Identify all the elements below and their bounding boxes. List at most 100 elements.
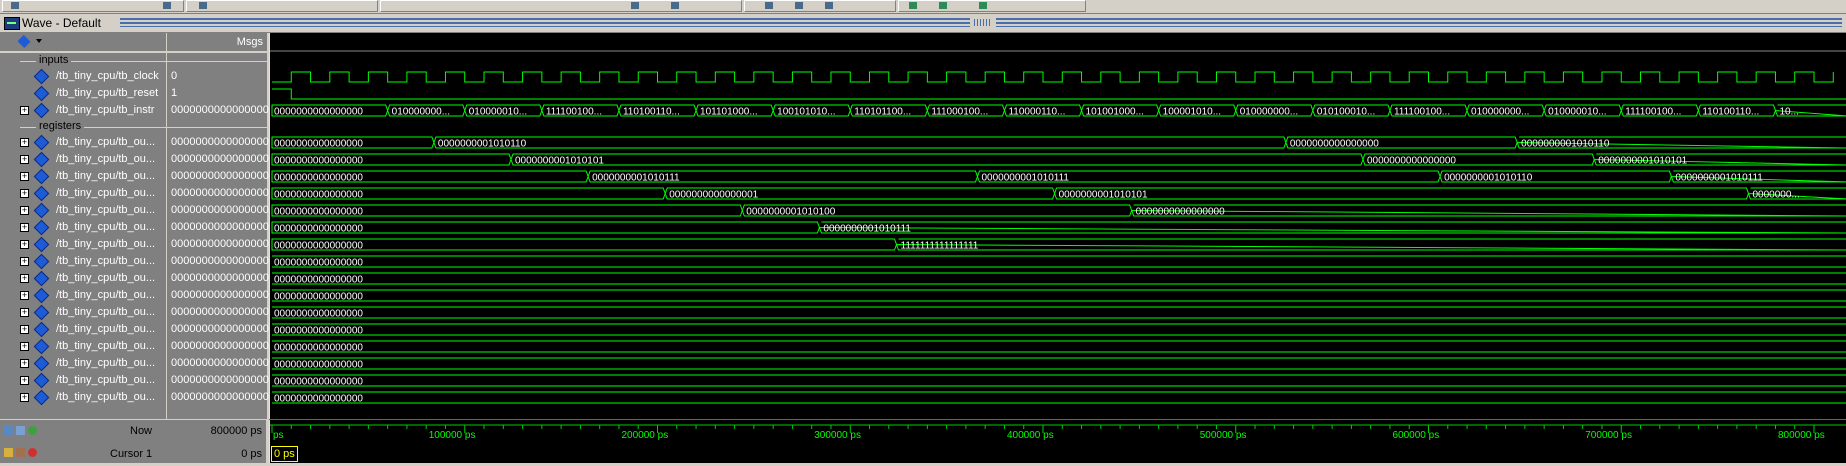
expand-icon[interactable]: + [20, 172, 29, 181]
signal-row[interactable]: + /tb_tiny_cpu/tb_ou... [0, 134, 166, 151]
toolbar-tool-icon[interactable] [979, 2, 987, 9]
signal-name: /tb_tiny_cpu/tb_ou... [56, 255, 156, 267]
expand-icon[interactable]: + [20, 376, 29, 385]
cursor-line-ruler[interactable] [269, 420, 270, 463]
instr-bus-segment-label: 111100100... [1394, 107, 1450, 118]
signal-value: 0000000000000000 [171, 221, 269, 233]
signal-icon [33, 253, 50, 270]
expand-icon[interactable]: + [20, 138, 29, 147]
signal-icon [33, 219, 50, 236]
signal-row[interactable]: + /tb_tiny_cpu/tb_ou... [0, 185, 166, 202]
expand-icon[interactable]: + [20, 359, 29, 368]
delete-cursor-icon[interactable] [28, 448, 37, 457]
register-bus-segment [1130, 204, 1846, 217]
ruler-tick-label: 800000 ps [1778, 430, 1825, 441]
signal-values-pane[interactable]: Msgs 0 1 0000000000000000 0000000000000000 0… [166, 33, 269, 419]
signal-row[interactable]: + /tb_tiny_cpu/tb_instr [0, 102, 166, 119]
register-bus-segment [895, 238, 1846, 251]
edit-cursor-icon[interactable] [16, 448, 25, 457]
signal-name: /tb_tiny_cpu/tb_ou... [56, 187, 156, 199]
cursor-line[interactable] [269, 33, 270, 419]
wave-window-icon [4, 17, 20, 30]
expand-icon[interactable]: + [20, 325, 29, 334]
expand-icon[interactable]: + [20, 206, 29, 215]
toolbar-tool-icon[interactable] [163, 2, 171, 9]
toolbar-tool-icon[interactable] [631, 2, 639, 9]
timeline-ruler[interactable]: ps 100000 ps 200000 ps 300000 ps 400000 ps 50… [269, 419, 1846, 463]
signal-value: 0000000000000000 [171, 136, 269, 148]
expand-icon[interactable]: + [20, 274, 29, 283]
register-bus-segment-label: 0000000001010110 [438, 139, 527, 150]
signal-row[interactable]: + /tb_tiny_cpu/tb_ou... [0, 287, 166, 304]
ruler-tick-label: 300000 ps [814, 430, 861, 441]
expand-icon[interactable]: + [20, 291, 29, 300]
signal-row[interactable]: + /tb_tiny_cpu/tb_ou... [0, 338, 166, 355]
signal-icon [33, 151, 50, 168]
signal-row[interactable]: + /tb_tiny_cpu/tb_ou... [0, 372, 166, 389]
toolbar-tool-icon[interactable] [765, 2, 773, 9]
toolbar-tool-icon[interactable] [939, 2, 947, 9]
expand-icon[interactable]: + [20, 257, 29, 266]
waveform-canvas[interactable]: 0000000000000000 010000000... 010000010...… [269, 33, 1846, 419]
expand-icon[interactable]: + [20, 189, 29, 198]
expand-icon[interactable]: + [20, 155, 29, 164]
register-bus-segment-label: 0000000001010111 [823, 224, 911, 235]
expand-icon[interactable]: + [20, 240, 29, 249]
signal-row[interactable]: + /tb_tiny_cpu/tb_ou... [0, 219, 166, 236]
toolbar-tool-icon[interactable] [199, 2, 207, 9]
toolbar-tool-icon[interactable] [795, 2, 803, 9]
signal-name: /tb_tiny_cpu/tb_ou... [56, 391, 156, 403]
signal-name: /tb_tiny_cpu/tb_ou... [56, 323, 156, 335]
group-divider [167, 61, 267, 62]
signal-row[interactable]: /tb_tiny_cpu/tb_reset [0, 85, 166, 102]
waveform-pane[interactable]: 0000000000000000 010000000... 010000010...… [269, 33, 1846, 419]
expand-icon[interactable]: + [20, 308, 29, 317]
lock-icon[interactable] [4, 448, 13, 457]
signal-row[interactable]: /tb_tiny_cpu/tb_clock [0, 68, 166, 85]
signal-names-pane[interactable]: inputs/tb_tiny_cpu/tb_clock/tb_tiny_cpu/… [0, 33, 262, 419]
cursor-time-box[interactable]: 0 ps [271, 446, 298, 462]
zoom-icon[interactable] [4, 426, 13, 435]
register-bus-segment-label: 0000000000000000 [274, 139, 363, 150]
chevron-down-icon[interactable] [36, 39, 42, 43]
signal-value: 0000000000000000 [171, 153, 269, 165]
ruler-tick-label: 700000 ps [1585, 430, 1632, 441]
register-bus-segment-label: 0000000000000000 [274, 173, 363, 184]
group-label: registers [36, 120, 85, 132]
toolbar-tool-icon[interactable] [825, 2, 833, 9]
expand-icon[interactable]: + [20, 393, 29, 402]
toolbar-group-sim [744, 0, 896, 12]
signal-icon [33, 355, 50, 372]
signal-row[interactable]: + /tb_tiny_cpu/tb_ou... [0, 168, 166, 185]
instr-bus-segment-label: 010000000... [1240, 107, 1298, 118]
signal-name: /tb_tiny_cpu/tb_ou... [56, 306, 156, 318]
signal-row[interactable]: + /tb_tiny_cpu/tb_ou... [0, 151, 166, 168]
window-title: Wave - Default [22, 16, 101, 30]
wave-window-titlebar[interactable]: Wave - Default [0, 14, 1846, 33]
signal-row[interactable]: + /tb_tiny_cpu/tb_ou... [0, 321, 166, 338]
register-bus-segment-label: 0000000000000000 [274, 326, 363, 337]
expand-icon[interactable]: + [20, 342, 29, 351]
expand-icon[interactable]: + [20, 106, 29, 115]
expand-icon[interactable]: + [20, 223, 29, 232]
signal-row[interactable]: + /tb_tiny_cpu/tb_ou... [0, 304, 166, 321]
signal-value: 0000000000000000 [171, 170, 269, 182]
signal-value: 0000000000000000 [171, 272, 269, 284]
instr-bus-segment-label: 110101100... [854, 107, 911, 118]
signal-row[interactable]: + /tb_tiny_cpu/tb_ou... [0, 253, 166, 270]
signal-icon [33, 304, 50, 321]
signal-row[interactable]: + /tb_tiny_cpu/tb_ou... [0, 236, 166, 253]
signal-row[interactable]: + /tb_tiny_cpu/tb_ou... [0, 202, 166, 219]
signal-row[interactable]: + /tb_tiny_cpu/tb_ou... [0, 270, 166, 287]
signal-value: 0000000000000000 [171, 289, 269, 301]
titlebar-drag-handle[interactable] [970, 17, 996, 29]
signal-row[interactable]: + /tb_tiny_cpu/tb_ou... [0, 355, 166, 372]
signal-menu-icon[interactable] [17, 34, 31, 49]
instr-bus-segment-label: 100101010... [777, 107, 835, 118]
toolbar-tool-icon[interactable] [11, 2, 19, 9]
list-icon[interactable] [16, 426, 25, 435]
signal-row[interactable]: + /tb_tiny_cpu/tb_ou... [0, 389, 166, 406]
toolbar-tool-icon[interactable] [909, 2, 917, 9]
toolbar-tool-icon[interactable] [671, 2, 679, 9]
add-cursor-icon[interactable] [28, 426, 37, 435]
